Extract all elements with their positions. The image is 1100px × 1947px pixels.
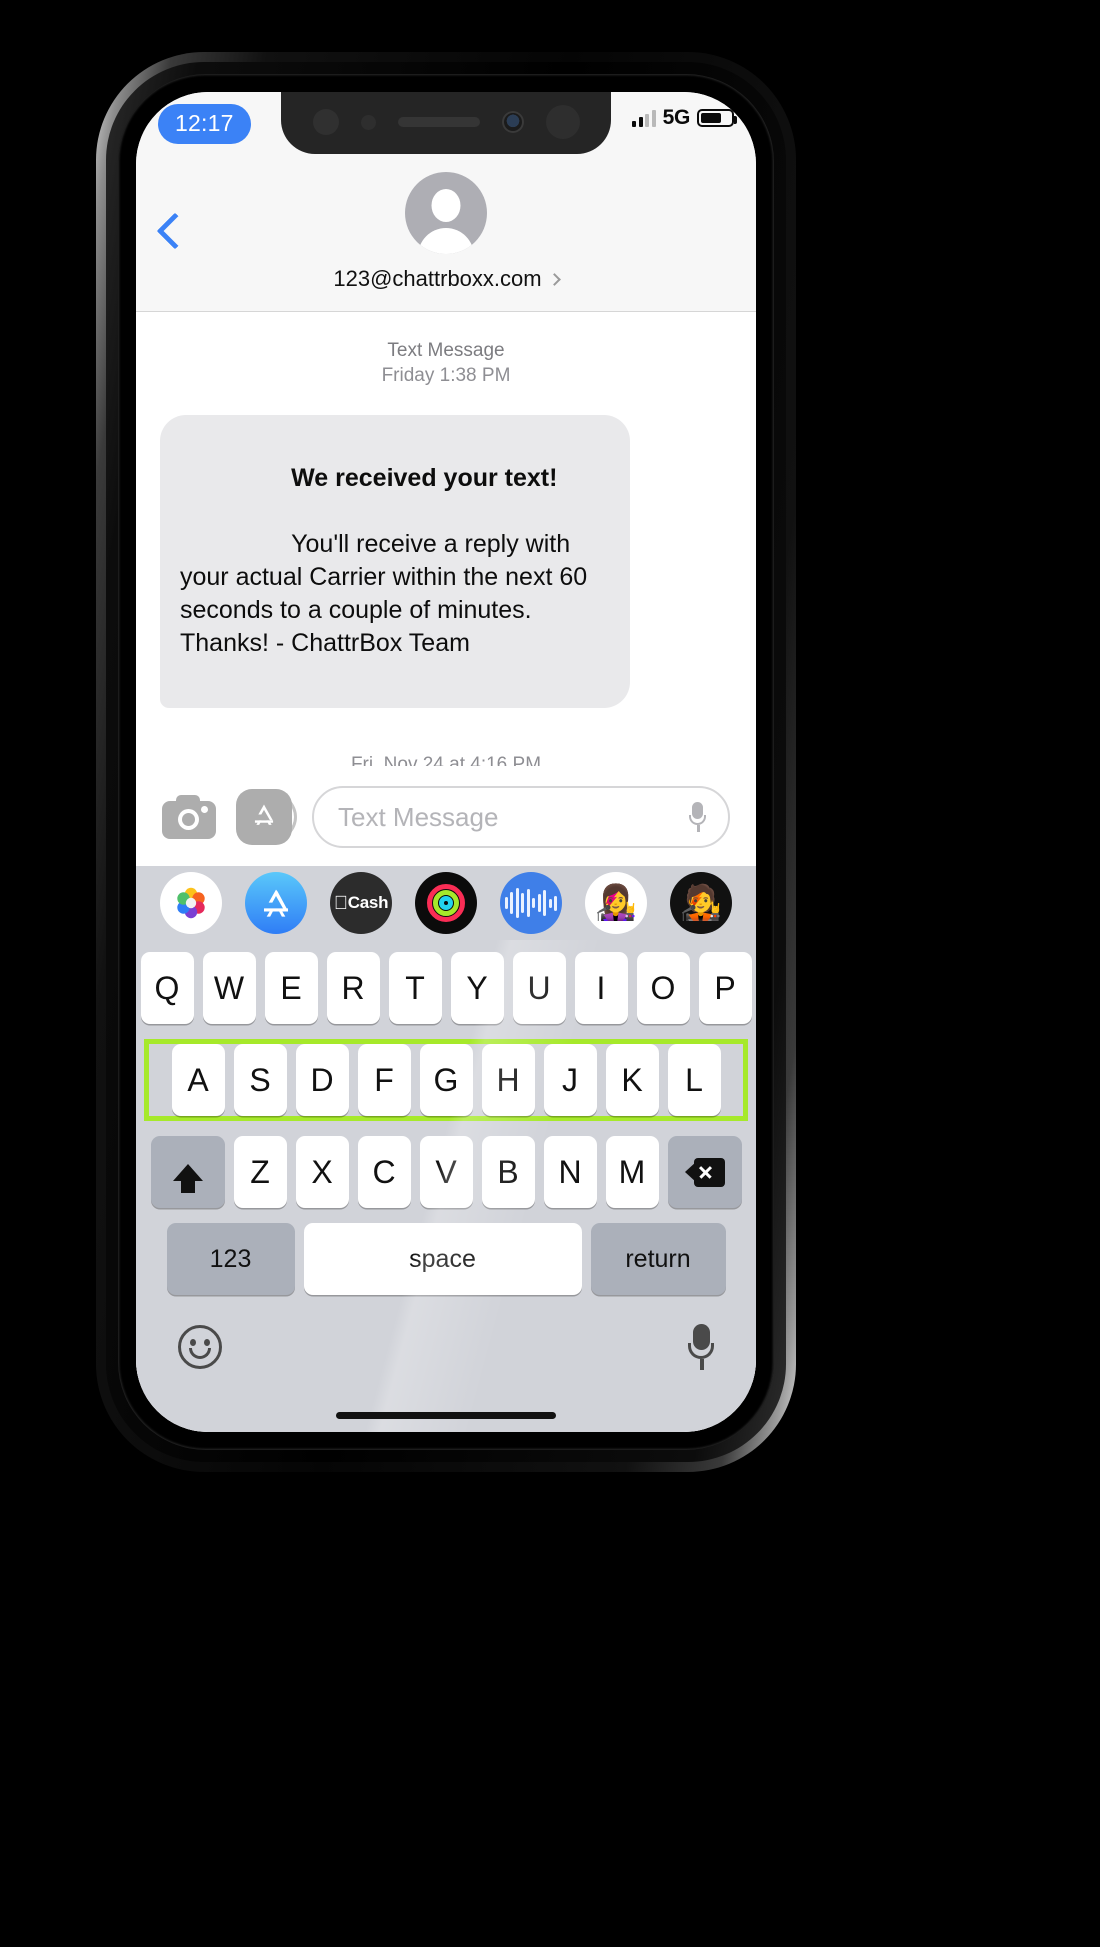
key-m[interactable]: M (605, 1136, 659, 1208)
phone-device-frame: 12:17 5G 123@chattrboxx.com Text Message… (96, 52, 796, 1472)
key-q[interactable]: Q (140, 952, 194, 1024)
apple-cash-app-icon[interactable]: Cash (330, 872, 392, 934)
phone-screen: 12:17 5G 123@chattrboxx.com Text Message… (136, 92, 756, 1432)
received-message-headline: We received your text! (291, 463, 558, 492)
memoji-app-icon[interactable]: 🧑‍🎤 (670, 872, 732, 934)
emoji-smiley-icon[interactable] (178, 1325, 222, 1369)
key-e[interactable]: E (264, 952, 318, 1024)
key-h[interactable]: H (481, 1044, 535, 1116)
received-message-bubble[interactable]: We received your text! You'll receive a … (160, 414, 630, 708)
screenshot-stage: 12:17 5G 123@chattrboxx.com Text Message… (0, 0, 1100, 1947)
received-message-body: You'll receive a reply with your actual … (180, 529, 595, 657)
message-input-placeholder: Text Message (338, 801, 499, 832)
memoji-sticker-glyph: 👩‍🎤 (594, 884, 638, 922)
status-indicators: 5G (632, 106, 737, 130)
contact-avatar[interactable] (405, 172, 487, 254)
photos-app-icon[interactable] (160, 872, 222, 934)
notch-faceid-sensor-icon (545, 105, 580, 139)
key-r[interactable]: R (326, 952, 380, 1024)
key-n[interactable]: N (543, 1136, 597, 1208)
key-p[interactable]: P (698, 952, 752, 1024)
key-v[interactable]: V (419, 1136, 473, 1208)
message-row-received: We received your text! You'll receive a … (160, 414, 732, 708)
key-j[interactable]: J (543, 1044, 597, 1116)
contact-name-row[interactable]: 123@chattrboxx.com (136, 266, 756, 292)
memoji-glyph: 🧑‍🎤 (679, 884, 723, 922)
notch-proximity-sensor-icon (360, 114, 376, 130)
key-g[interactable]: G (419, 1044, 473, 1116)
activity-rings-glyph (427, 884, 465, 922)
apple-logo-icon:  (334, 894, 348, 913)
contact-name-label: 123@chattrboxx.com (333, 266, 542, 291)
app-store-app-icon[interactable] (245, 872, 307, 934)
phone-inner-bezel: 12:17 5G 123@chattrboxx.com Text Message… (118, 74, 774, 1450)
keyboard-row-2: A S D F G H J K L (144, 1039, 748, 1121)
keyboard-bottom-row (144, 1310, 748, 1370)
network-type-label: 5G (662, 106, 691, 129)
key-x[interactable]: X (295, 1136, 349, 1208)
key-y[interactable]: Y (450, 952, 504, 1024)
back-button-icon[interactable] (156, 212, 194, 250)
fitness-rings-app-icon[interactable] (415, 872, 477, 934)
space-key[interactable]: space (303, 1223, 582, 1295)
photos-pinwheel-glyph (177, 887, 205, 919)
key-k[interactable]: K (605, 1044, 659, 1116)
key-l[interactable]: L (667, 1044, 721, 1116)
app-store-glyph (254, 804, 274, 825)
thread-timestamp-top: Text Message Friday 1:38 PM (160, 338, 732, 389)
keyboard-row-1: Q W E R T Y U I O P (140, 952, 752, 1024)
key-f[interactable]: F (357, 1044, 411, 1116)
key-t[interactable]: T (388, 952, 442, 1024)
imessage-app-drawer[interactable]: Cash 👩‍🎤 (136, 866, 756, 940)
message-text-input[interactable]: Text Message (312, 786, 730, 848)
message-type-label: Text Message (387, 340, 505, 361)
phone-bezel: 12:17 5G 123@chattrboxx.com Text Message… (106, 62, 786, 1462)
microphone-icon[interactable] (689, 802, 706, 832)
earpiece-speaker (397, 117, 480, 127)
battery-icon (697, 109, 737, 127)
message-date-label: Friday 1:38 PM (381, 365, 511, 387)
status-time-recording-pill[interactable]: 12:17 (158, 104, 251, 144)
keyboard-row-4: 123 space return (144, 1223, 748, 1295)
message-input-bar: Text Message (136, 766, 756, 868)
conversation-header: 123@chattrboxx.com (136, 156, 756, 312)
home-indicator[interactable] (336, 1412, 556, 1419)
front-camera-icon (501, 111, 524, 133)
shift-icon[interactable] (150, 1136, 225, 1208)
app-store-glyph (264, 889, 288, 917)
dictation-microphone-icon[interactable] (688, 1324, 714, 1370)
cellular-signal-icon (632, 109, 656, 127)
voice-memos-app-icon[interactable] (500, 872, 562, 934)
key-o[interactable]: O (636, 952, 690, 1024)
delete-backspace-icon[interactable] (667, 1136, 742, 1208)
notch-sensor-icon (312, 109, 339, 135)
key-w[interactable]: W (202, 952, 256, 1024)
key-c[interactable]: C (357, 1136, 411, 1208)
apple-cash-label: Cash (340, 893, 389, 912)
camera-icon[interactable] (162, 795, 216, 839)
key-b[interactable]: B (481, 1136, 535, 1208)
key-u[interactable]: U (512, 952, 566, 1024)
waveform-glyph (504, 888, 558, 918)
chevron-right-icon (547, 272, 561, 286)
status-bar: 12:17 5G (136, 92, 756, 156)
device-notch (281, 92, 611, 154)
keyboard-row-3: Z X C V B N M (144, 1136, 748, 1208)
memoji-stickers-app-icon[interactable]: 👩‍🎤 (585, 872, 647, 934)
key-d[interactable]: D (295, 1044, 349, 1116)
numbers-key[interactable]: 123 (166, 1223, 295, 1295)
return-key[interactable]: return (590, 1223, 726, 1295)
key-s[interactable]: S (233, 1044, 287, 1116)
app-store-icon[interactable] (236, 789, 297, 845)
on-screen-keyboard[interactable]: Q W E R T Y U I O P A S D F G H J K L Z … (136, 940, 756, 1432)
key-a[interactable]: A (171, 1044, 225, 1116)
key-i[interactable]: I (574, 952, 628, 1024)
key-z[interactable]: Z (233, 1136, 287, 1208)
